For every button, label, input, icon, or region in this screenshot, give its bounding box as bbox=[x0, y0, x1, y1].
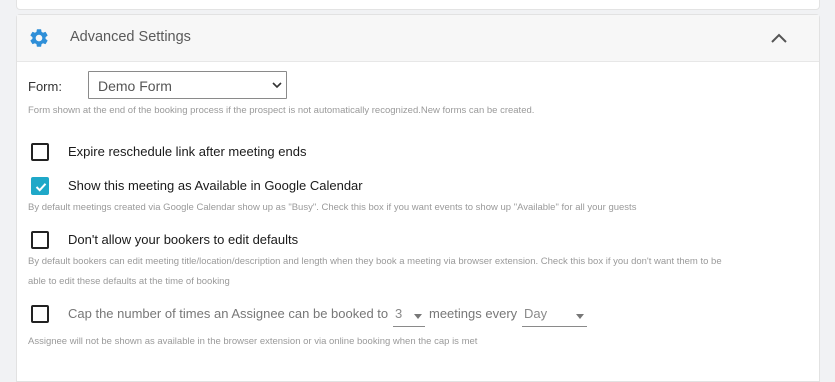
panel-header[interactable]: Advanced Settings bbox=[17, 15, 819, 62]
caret-down-icon bbox=[576, 314, 584, 319]
caret-down-icon bbox=[414, 314, 422, 319]
cap-bookings-checkbox[interactable] bbox=[31, 305, 49, 323]
form-help-text: Form shown at the end of the booking pro… bbox=[28, 105, 535, 116]
cap-count-select[interactable]: 3 bbox=[393, 303, 425, 327]
cap-period-select[interactable]: Day bbox=[522, 303, 587, 327]
cap-label-prefix: Cap the number of times an Assignee can … bbox=[68, 306, 389, 321]
no-edit-help-text-2: able to edit these defaults at the time … bbox=[28, 276, 230, 287]
expire-link-label: Expire reschedule link after meeting end… bbox=[68, 144, 307, 159]
checkmark-icon bbox=[35, 183, 47, 192]
previous-section-card bbox=[16, 0, 820, 10]
cap-period-value: Day bbox=[524, 306, 548, 321]
expire-link-checkbox[interactable] bbox=[31, 143, 49, 161]
cap-label-mid: meetings every bbox=[429, 306, 518, 321]
no-edit-defaults-checkbox[interactable] bbox=[31, 231, 49, 249]
available-help-text: By default meetings created via Google C… bbox=[28, 202, 637, 213]
panel-title: Advanced Settings bbox=[70, 29, 191, 45]
form-select-value: Demo Form bbox=[98, 78, 172, 94]
available-calendar-label: Show this meeting as Available in Google… bbox=[68, 178, 363, 193]
form-label: Form: bbox=[28, 79, 62, 94]
advanced-settings-panel: Advanced Settings Form: Demo Form Form s… bbox=[16, 14, 820, 382]
no-edit-defaults-label: Don't allow your bookers to edit default… bbox=[68, 232, 299, 247]
chevron-up-icon[interactable] bbox=[769, 29, 789, 47]
cap-help-text: Assignee will not be shown as available … bbox=[28, 336, 478, 347]
available-calendar-checkbox[interactable] bbox=[31, 177, 49, 195]
no-edit-help-text-1: By default bookers can edit meeting titl… bbox=[28, 256, 722, 267]
form-select[interactable]: Demo Form bbox=[88, 71, 287, 99]
cap-count-value: 3 bbox=[395, 306, 403, 321]
gear-icon bbox=[30, 29, 48, 47]
chevron-down-icon bbox=[272, 82, 282, 89]
